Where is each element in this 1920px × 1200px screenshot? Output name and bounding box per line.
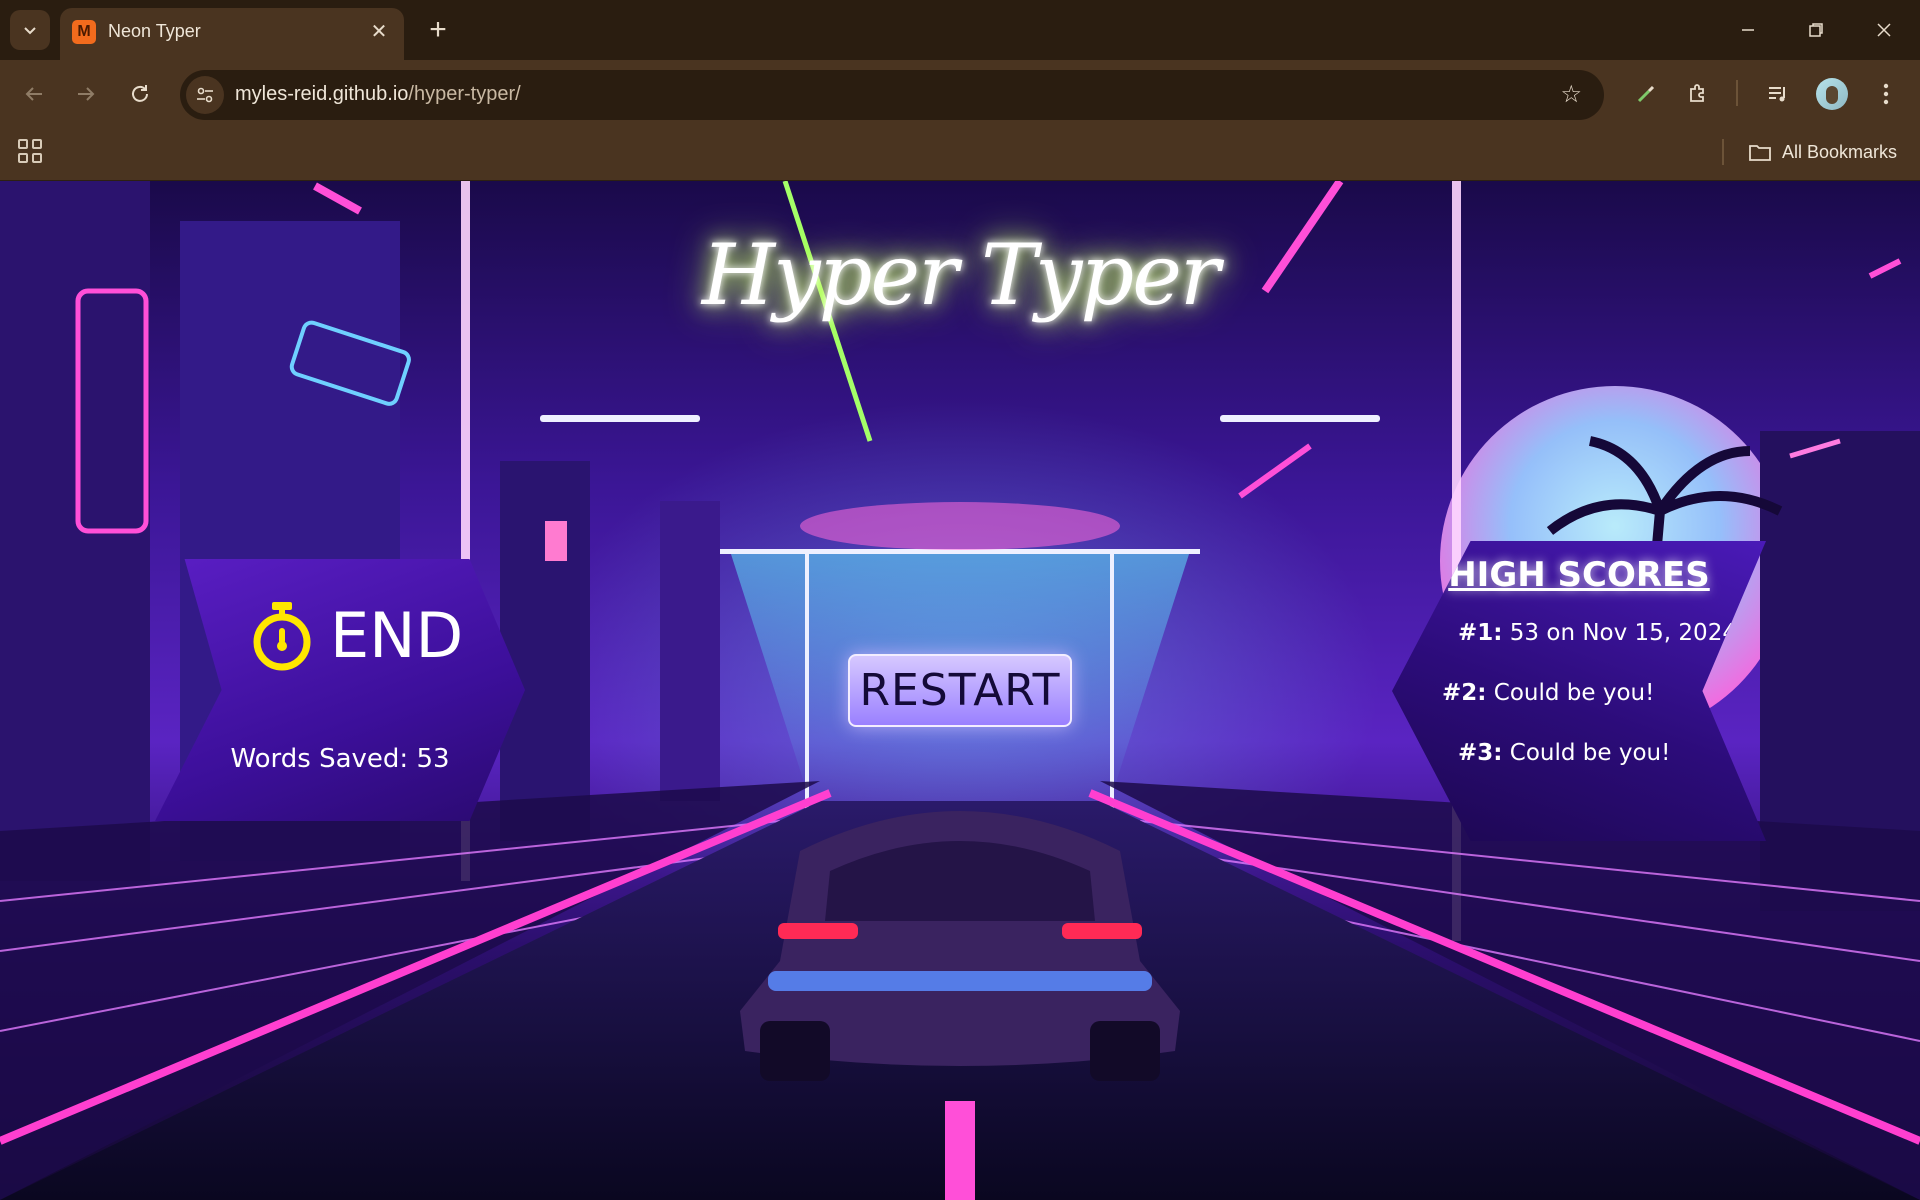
timer-display: END: [250, 599, 463, 672]
back-arrow-icon: [25, 87, 42, 101]
high-score-entry: #1: 53 on Nov 15, 2024: [1458, 620, 1737, 646]
tab-active[interactable]: M Neon Typer ✕: [60, 8, 404, 60]
tune-icon: [197, 87, 213, 103]
bookmarks-divider: [1722, 139, 1724, 165]
forward-arrow-icon: [78, 87, 95, 101]
close-tab-icon[interactable]: ✕: [366, 18, 392, 44]
profile-avatar[interactable]: [1816, 78, 1848, 110]
favicon-icon: M: [72, 20, 96, 44]
score-text: Could be you!: [1493, 680, 1655, 706]
chrome-menu-button[interactable]: [1866, 74, 1906, 114]
close-window-button[interactable]: [1850, 0, 1918, 60]
toolbar-divider: [1736, 80, 1738, 106]
all-bookmarks-button[interactable]: All Bookmarks: [1748, 137, 1897, 167]
high-score-entry: #2: Could be you!: [1442, 680, 1654, 706]
close-icon: [1877, 23, 1891, 37]
score-rank: #3:: [1458, 740, 1503, 766]
puzzle-icon: [1690, 84, 1704, 102]
url-host: myles-reid.github.io: [235, 83, 409, 105]
status-label: END: [330, 599, 464, 672]
stopwatch-icon: [253, 601, 311, 670]
restore-icon: [1809, 23, 1823, 37]
apps-grid-icon[interactable]: [18, 139, 42, 163]
score-text: Could be you!: [1509, 740, 1671, 766]
minimize-button[interactable]: [1714, 0, 1782, 60]
tab-title: Neon Typer: [108, 21, 201, 41]
minimize-icon: [1742, 29, 1754, 31]
site-info-button[interactable]: [186, 76, 224, 114]
game-viewport: Hyper Typer END Words Saved: 53 RESTART …: [0, 181, 1920, 1200]
address-bar[interactable]: myles-reid.github.io/hyper-typer/ ☆: [180, 70, 1604, 120]
score-rank: #1:: [1458, 620, 1503, 646]
tab-search-button[interactable]: [10, 10, 50, 50]
url-path: /hyper-typer/: [408, 83, 521, 105]
url-text: myles-reid.github.io/hyper-typer/: [235, 83, 521, 106]
high-score-entry: #3: Could be you!: [1458, 740, 1670, 766]
new-tab-button[interactable]: +: [420, 12, 456, 48]
back-button[interactable]: [14, 74, 54, 114]
extensions-button[interactable]: [1678, 74, 1718, 114]
restore-button[interactable]: [1782, 0, 1850, 60]
reload-button[interactable]: [120, 74, 160, 114]
bookmarks-bar: All Bookmarks: [0, 127, 1920, 181]
more-vert-icon: [1883, 83, 1889, 105]
eyedropper-icon: [1637, 85, 1655, 103]
game-logo: Hyper Typer: [701, 226, 1220, 324]
chevron-down-icon: [24, 27, 36, 35]
score-rank: #2:: [1442, 680, 1487, 706]
reload-icon: [132, 85, 148, 102]
media-controls-button[interactable]: [1758, 74, 1798, 114]
words-saved-counter: Words Saved: 53: [230, 744, 450, 774]
tab-strip: M Neon Typer ✕ +: [0, 0, 1920, 60]
forward-button[interactable]: [66, 74, 106, 114]
bookmark-star-icon[interactable]: ☆: [1560, 80, 1582, 109]
restart-button[interactable]: RESTART: [848, 654, 1072, 727]
queue-music-icon: [1769, 87, 1785, 102]
toolbar: myles-reid.github.io/hyper-typer/ ☆: [0, 60, 1920, 127]
eyedropper-extension-button[interactable]: [1626, 74, 1666, 114]
all-bookmarks-label: All Bookmarks: [1782, 141, 1898, 162]
score-text: 53 on Nov 15, 2024: [1509, 620, 1737, 646]
folder-icon: [1749, 145, 1771, 161]
